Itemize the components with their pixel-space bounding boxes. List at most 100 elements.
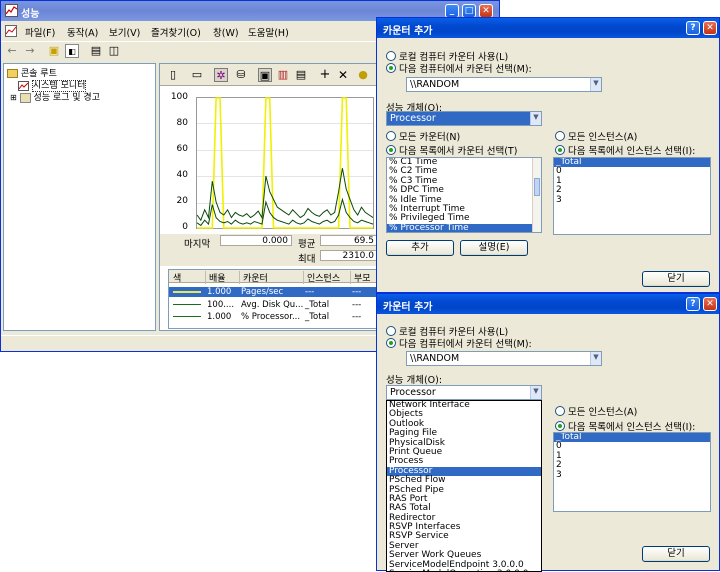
counter-items: % C1 Time% C2 Time% C3 Time% DPC Time% I… <box>387 158 541 232</box>
header-parent[interactable]: 부모 <box>350 271 371 284</box>
dialog2-titlebar[interactable]: 카운터 추가 ? ✕ <box>377 294 719 314</box>
view-log-data-icon[interactable]: ⛁ <box>234 68 248 82</box>
instance-list-item[interactable]: 1 <box>554 451 710 461</box>
computer-combo[interactable]: \\RANDOM ▼ <box>406 77 602 92</box>
row-color-swatch <box>173 291 201 293</box>
view-current-activity-icon[interactable]: ✲ <box>214 68 228 82</box>
header-scale[interactable]: 배율 <box>205 271 226 284</box>
counter-list-item[interactable]: % Processor Time <box>387 223 541 232</box>
object-combo[interactable]: Processor ▼ <box>386 385 542 400</box>
counter-scrollbar[interactable] <box>532 158 541 232</box>
close-button[interactable]: ✕ <box>703 21 717 35</box>
local-computer-radio[interactable] <box>386 326 396 336</box>
menu-favorites[interactable]: 즐겨찾기(O) <box>151 25 201 39</box>
instance-listbox[interactable]: _Total 0 1 2 3 <box>553 432 711 512</box>
row-counter: Avg. Disk Qu... <box>241 300 304 310</box>
list-counters-radio[interactable] <box>386 145 396 155</box>
close-button[interactable]: ✕ <box>479 4 493 18</box>
instance-listbox[interactable]: _Total 0 1 2 3 <box>553 157 711 235</box>
computer-combo[interactable]: \\RANDOM ▼ <box>406 351 602 366</box>
instance-list-item[interactable]: 2 <box>554 185 710 195</box>
object-value: Processor <box>390 387 436 398</box>
logs-icon <box>19 92 31 103</box>
chevron-down-icon[interactable]: ▼ <box>530 386 541 399</box>
dialog1-titlebar[interactable]: 카운터 추가 ? ✕ <box>377 18 719 38</box>
clear-display-icon[interactable]: ▭ <box>190 68 204 82</box>
chevron-down-icon[interactable]: ▼ <box>590 352 601 365</box>
menu-file[interactable]: 파일(F) <box>25 25 55 39</box>
performance-app-icon <box>5 4 18 17</box>
instance-list-item[interactable]: 0 <box>554 166 710 176</box>
average-label: 평균 <box>298 239 316 250</box>
all-instances-label: 모든 인스턴스(A) <box>568 407 638 418</box>
close-dialog-button[interactable]: 닫기 <box>642 271 710 287</box>
highlight-bulb-icon[interactable]: ● <box>356 68 370 82</box>
close-button[interactable]: ✕ <box>703 297 717 311</box>
list-instances-label: 다음 목록에서 인스턴스 선택(I): <box>568 422 696 433</box>
header-color[interactable]: 색 <box>173 271 201 284</box>
menu-help[interactable]: 도움말(H) <box>248 25 289 39</box>
help-button[interactable]: ? <box>686 21 700 35</box>
local-computer-radio[interactable] <box>386 51 396 61</box>
view-report-icon[interactable]: ▤ <box>294 68 308 82</box>
instance-list-item[interactable]: 2 <box>554 460 710 470</box>
object-value: Processor <box>390 113 436 124</box>
table-row[interactable]: 1.000 % Processor... _Total --- <box>169 312 379 322</box>
table-row[interactable]: 100.... Avg. Disk Qu... _Total --- <box>169 300 379 310</box>
select-computer-radio[interactable] <box>386 338 396 348</box>
menu-window[interactable]: 창(W) <box>213 25 239 39</box>
y-axis-labels: 100 80 60 40 20 0 <box>168 92 188 232</box>
explain-button[interactable]: 설명(E) <box>460 240 528 256</box>
show-tree-icon[interactable]: ◧ <box>65 44 79 58</box>
list-instances-radio[interactable] <box>555 145 565 155</box>
maximize-button[interactable]: □ <box>462 4 476 18</box>
view-graph-icon[interactable]: ▣ <box>258 68 272 82</box>
object-dropdown-list[interactable]: Network Interface Objects Outlook Paging Fi… <box>386 400 542 572</box>
instance-list-item[interactable]: 3 <box>554 195 710 205</box>
instance-list-item[interactable]: 0 <box>554 441 710 451</box>
instance-list-item[interactable]: 3 <box>554 470 710 480</box>
menu-view[interactable]: 보기(V) <box>109 25 140 39</box>
help-button[interactable]: ? <box>686 297 700 311</box>
counter-table: 색 배율 카운터 인스턴스 부모 1.000 Pages/sec --- ---… <box>168 269 379 329</box>
monitor-toolbar: ▯ ▭ ✲ ⛁ ▣ ▥ ▤ + ✕ ● <box>160 64 378 86</box>
y-tick-label: 60 <box>176 144 188 154</box>
minimize-button[interactable]: _ <box>445 4 459 18</box>
last-label: 마지막 <box>184 239 211 250</box>
select-computer-radio[interactable] <box>386 63 396 73</box>
list-instances-label: 다음 목록에서 인스턴스 선택(I): <box>568 146 696 157</box>
object-combo[interactable]: Processor ▼ <box>386 111 542 126</box>
counter-listbox[interactable]: % C1 Time% C2 Time% C3 Time% DPC Time% I… <box>386 157 542 233</box>
expand-plus-icon[interactable]: ⊞ <box>10 93 17 102</box>
maximum-value: 2310.0 <box>320 250 378 261</box>
delete-counter-icon[interactable]: ✕ <box>336 68 350 82</box>
object-label: 성능 개체(O): <box>386 375 443 386</box>
all-instances-radio[interactable] <box>555 406 565 416</box>
header-instance[interactable]: 인스턴스 <box>303 271 340 284</box>
row-instance: _Total <box>305 312 330 322</box>
up-folder-icon[interactable]: ▣ <box>47 44 61 58</box>
header-counter[interactable]: 카운터 <box>239 271 268 284</box>
chevron-down-icon[interactable]: ▼ <box>590 78 601 91</box>
instance-list-item[interactable]: _Total <box>554 158 710 168</box>
new-counter-set-icon[interactable]: ▯ <box>166 68 180 82</box>
add-button[interactable]: 추가 <box>386 240 454 256</box>
table-row[interactable]: 1.000 Pages/sec --- --- <box>169 287 379 297</box>
instance-list-item[interactable]: 1 <box>554 176 710 186</box>
help-book-icon[interactable]: ◫ <box>107 44 121 58</box>
forward-arrow-icon[interactable]: → <box>23 44 37 58</box>
all-counters-radio[interactable] <box>386 131 396 141</box>
series-line-0 <box>197 97 373 229</box>
view-histogram-icon[interactable]: ▥ <box>276 68 290 82</box>
add-counter-icon[interactable]: + <box>318 68 332 82</box>
chevron-down-icon[interactable]: ▼ <box>530 112 541 125</box>
close-dialog-button[interactable]: 닫기 <box>642 546 710 562</box>
tree-item-perf-logs[interactable]: ⊞ 성능 로그 및 경고 <box>10 90 100 103</box>
menu-action[interactable]: 동작(A) <box>67 25 98 39</box>
properties-icon[interactable]: ▤ <box>89 44 103 58</box>
all-instances-radio[interactable] <box>555 131 565 141</box>
list-instances-radio[interactable] <box>555 421 565 431</box>
back-arrow-icon[interactable]: ← <box>5 44 19 58</box>
row-parent: --- <box>352 300 362 310</box>
instance-list-item[interactable]: _Total <box>554 433 710 443</box>
